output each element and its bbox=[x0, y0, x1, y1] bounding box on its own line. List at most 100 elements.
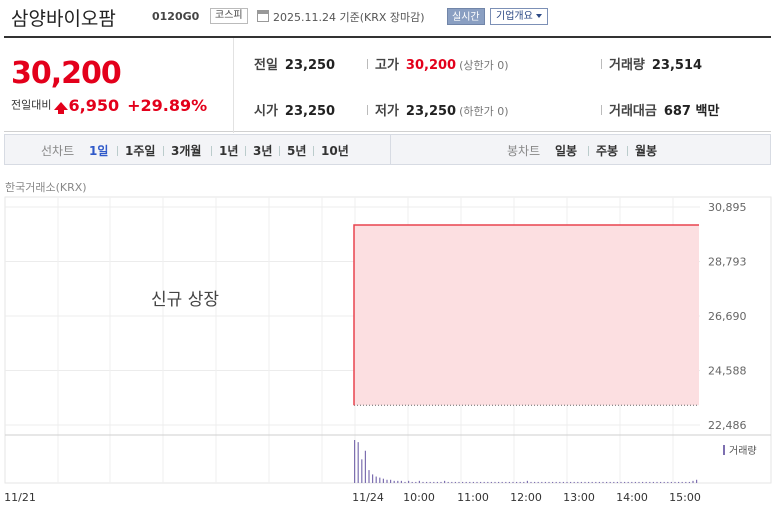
volume-bar bbox=[667, 481, 669, 483]
y-tick-label: 22,486 bbox=[708, 419, 747, 432]
volume-bar bbox=[494, 481, 496, 483]
volume-bar bbox=[429, 481, 431, 483]
stat-label: 저가 bbox=[375, 104, 399, 119]
stat-label: 거래대금 bbox=[609, 104, 657, 119]
volume-bar bbox=[454, 481, 456, 483]
volume-bar bbox=[530, 481, 532, 483]
volume-bar bbox=[354, 440, 356, 483]
line-chart-label: 선차트 bbox=[41, 144, 75, 158]
tab-monthly-candle[interactable]: 월봉 bbox=[635, 142, 657, 159]
x-tick-label: 10:00 bbox=[403, 491, 435, 504]
volume-bar bbox=[519, 481, 521, 483]
stat-label: 고가 bbox=[375, 58, 399, 73]
volume-bar bbox=[624, 481, 626, 483]
volume-bar bbox=[534, 481, 536, 483]
stat-label: 전일 bbox=[254, 58, 278, 73]
volume-bar bbox=[465, 481, 467, 483]
volume-legend-swatch bbox=[723, 445, 725, 455]
chart-source: 한국거래소(KRX) bbox=[5, 181, 87, 194]
company-overview-label: 기업개요 bbox=[496, 11, 533, 22]
divider bbox=[245, 146, 246, 156]
volume-bar bbox=[505, 481, 507, 483]
volume-bar bbox=[408, 480, 410, 483]
volume-bar bbox=[663, 481, 665, 483]
volume-bar bbox=[436, 481, 438, 483]
volume-bar bbox=[422, 481, 424, 483]
tab-1w[interactable]: 1주일 bbox=[125, 142, 155, 159]
realtime-button[interactable]: 실시간 bbox=[447, 8, 485, 25]
tabs-divider bbox=[390, 135, 391, 164]
stock-header: 삼양바이오팜 0120G0 코스피 2025.11.24 기준(KRX 장마감)… bbox=[0, 0, 774, 34]
quote-divider bbox=[233, 38, 234, 133]
volume-bar bbox=[652, 481, 654, 483]
tab-weekly-candle[interactable]: 주봉 bbox=[596, 142, 618, 159]
volume-bar bbox=[548, 481, 550, 483]
tab-3m[interactable]: 3개월 bbox=[171, 142, 201, 159]
stat-prev-close: 전일 23,250 bbox=[254, 54, 335, 73]
company-overview-button[interactable]: 기업개요 bbox=[490, 8, 548, 25]
volume-legend-label: 거래량 bbox=[729, 445, 757, 457]
calendar-icon bbox=[257, 10, 269, 22]
volume-bar bbox=[440, 481, 442, 483]
divider bbox=[211, 146, 212, 156]
volume-bar bbox=[670, 481, 672, 483]
divider bbox=[601, 59, 602, 69]
tab-3y[interactable]: 3년 bbox=[253, 142, 272, 159]
divider bbox=[367, 59, 368, 69]
tab-1d[interactable]: 1일 bbox=[89, 142, 108, 159]
volume-bar bbox=[620, 481, 622, 483]
divider bbox=[117, 146, 118, 156]
volume-bar bbox=[573, 481, 575, 483]
stat-value: 23,514 bbox=[651, 58, 703, 73]
stat-label: 시가 bbox=[254, 104, 278, 119]
candle-chart-label: 봉차트 bbox=[507, 144, 541, 158]
divider bbox=[588, 146, 589, 156]
volume-bar bbox=[678, 481, 680, 483]
volume-bar bbox=[451, 481, 453, 483]
chart-tabs: 선차트 1일 1주일 3개월 1년 3년 5년 10년 봉차트 일봉 주봉 월봉 bbox=[4, 134, 771, 165]
stock-code: 0120G0 bbox=[152, 10, 200, 23]
volume-bar bbox=[606, 481, 608, 483]
divider bbox=[163, 146, 164, 156]
change-percent: +29.89% bbox=[127, 96, 208, 115]
volume-bar bbox=[692, 480, 694, 483]
volume-bar bbox=[372, 474, 374, 483]
volume-bar bbox=[415, 481, 417, 483]
divider bbox=[367, 105, 368, 115]
volume-bar bbox=[602, 481, 604, 483]
volume-bar bbox=[379, 477, 381, 483]
volume-bar bbox=[580, 481, 582, 483]
volume-bar bbox=[404, 481, 406, 483]
volume-bar bbox=[411, 481, 413, 483]
y-tick-label: 26,690 bbox=[708, 310, 747, 323]
change-value: 6,950 bbox=[68, 96, 120, 115]
price-area-fill bbox=[354, 225, 699, 406]
volume-bar bbox=[552, 481, 554, 483]
stat-value: 687 백만 bbox=[663, 104, 720, 119]
volume-bar bbox=[476, 481, 478, 483]
new-listing-annotation: 신규 상장 bbox=[151, 290, 219, 310]
volume-bar bbox=[508, 481, 510, 483]
market-badge: 코스피 bbox=[210, 8, 248, 24]
volume-bar bbox=[685, 481, 687, 483]
volume-bar bbox=[364, 450, 366, 483]
volume-bar bbox=[616, 481, 618, 483]
volume-bar bbox=[577, 481, 579, 483]
volume-bar bbox=[444, 480, 446, 483]
stat-value: 23,250 bbox=[405, 104, 457, 119]
stat-low: 저가 23,250 (하한가 0) bbox=[375, 100, 509, 119]
tab-1y[interactable]: 1년 bbox=[219, 142, 238, 159]
volume-bar bbox=[544, 481, 546, 483]
x-tick-label: 11/21 bbox=[4, 491, 36, 504]
volume-bar bbox=[516, 481, 518, 483]
price-chart: 30,895 28,793 26,690 24,588 22,486 신규 상장거래량 11… bbox=[4, 196, 772, 504]
tab-5y[interactable]: 5년 bbox=[287, 142, 306, 159]
volume-bar bbox=[613, 481, 615, 483]
volume-bar bbox=[458, 481, 460, 483]
stat-volume: 거래량 23,514 bbox=[609, 54, 702, 73]
volume-bar bbox=[361, 459, 363, 483]
change-row: 전일대비 6,950 +29.89% bbox=[11, 96, 207, 115]
tab-10y[interactable]: 10년 bbox=[321, 142, 349, 159]
tab-daily-candle[interactable]: 일봉 bbox=[555, 142, 577, 159]
volume-bar bbox=[631, 481, 633, 483]
